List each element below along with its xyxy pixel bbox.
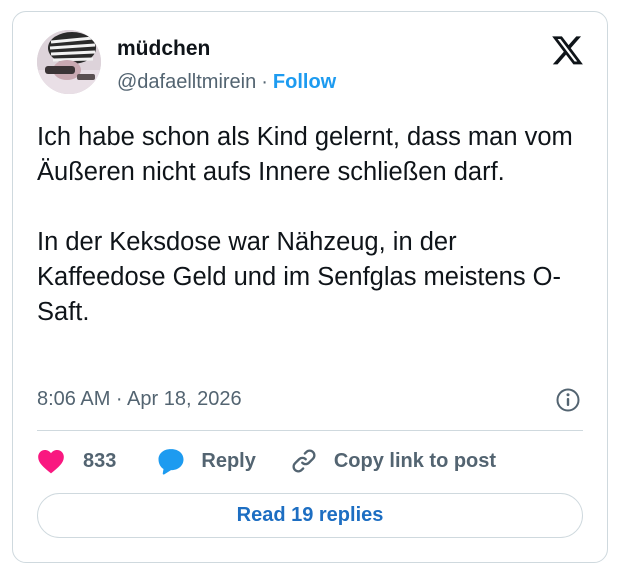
x-logo-icon[interactable] [552,36,584,66]
divider [37,430,583,431]
tweet-text: Ich habe schon als Kind gelernt, dass ma… [37,123,573,326]
tweet-timestamp[interactable]: 8:06 AM · Apr 18, 2026 [37,386,242,412]
action-bar: 833 Reply Copy link to post [37,445,496,477]
reply-button[interactable]: Reply [156,447,256,475]
reply-label: Reply [201,449,256,472]
copy-link-label: Copy link to post [333,449,497,472]
tweet-card: müdchen @dafaelltmirein · Follow Ich habe … [12,11,608,563]
like-button[interactable]: 833 [37,448,116,474]
separator-dot: · [261,71,268,93]
follow-button[interactable]: Follow [273,71,336,93]
speech-bubble-icon [158,449,184,475]
heart-icon [38,450,64,474]
link-icon [292,449,316,473]
info-icon[interactable] [555,387,581,413]
read-replies-button[interactable]: Read 19 replies [37,493,583,538]
like-count: 833 [83,449,117,472]
author-name[interactable]: müdchen [117,36,210,62]
copy-link-button[interactable]: Copy link to post [290,447,496,475]
handle-row: @dafaelltmirein · Follow [117,69,336,95]
author-handle[interactable]: @dafaelltmirein [117,71,256,93]
avatar[interactable] [37,30,101,94]
